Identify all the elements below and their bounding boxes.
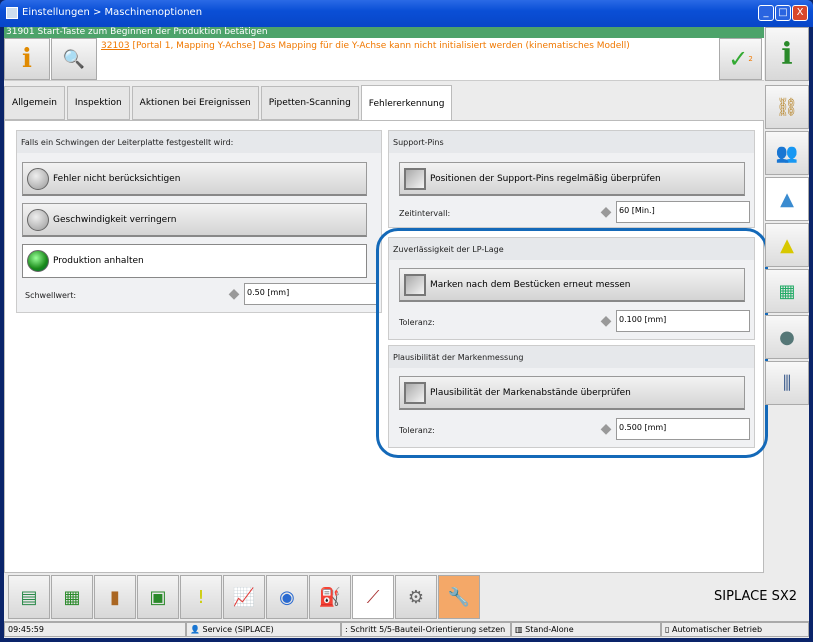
tab-bar: Allgemein Inspektion Aktionen bei Ereign… [4, 85, 453, 121]
machine-head-icon[interactable]: ⛓ [765, 85, 809, 129]
spinner-icon[interactable]: ◆ [223, 283, 245, 305]
operation-label: Automatischer Betrieb [671, 625, 763, 634]
grid-icon[interactable]: ▦ [51, 575, 93, 619]
tools-icon[interactable]: ⟋ [352, 575, 394, 619]
title-bar: Einstellungen > Maschinenoptionen [0, 0, 813, 27]
status-step: : Schritt 5/5-Bauteil-Orientierung setze… [341, 622, 511, 637]
threshold-label: Schwellwert: [25, 291, 77, 300]
warning-settings-icon[interactable]: ▲ [765, 177, 809, 221]
error-text: [Portal 1, Mapping Y-Achse] Das Mapping … [129, 41, 630, 51]
bottom-toolbar: ▤ ▦ ▮ ▣ ! 📈 ◉ ⛽ ⟋ ⚙ 🔧 [8, 575, 480, 619]
alerts-icon[interactable]: ! [180, 575, 222, 619]
software-icon[interactable]: ▲ [765, 223, 809, 267]
status-time: 09:45:59 [4, 622, 186, 637]
option-ignore-error[interactable]: Fehler nicht berücksichtigen [22, 162, 367, 196]
users-icon[interactable]: 👥 [765, 131, 809, 175]
line-chart-icon[interactable]: 📈 [223, 575, 265, 619]
threshold-input[interactable]: 0.50 [mm] [244, 283, 379, 305]
support-pins-checkbox[interactable]: Positionen der Support-Pins regelmäßig ü… [399, 162, 745, 196]
interval-input[interactable]: 60 [Min.] [616, 201, 750, 223]
status-message: 31901 Start-Taste zum Beginnen der Produ… [4, 27, 764, 38]
tab-pipetten-scanning[interactable]: Pipetten-Scanning [260, 86, 359, 120]
status-user: 👤 Service (SIPLACE) [186, 622, 341, 637]
status-operation: ▯ Automatischer Betrieb [661, 622, 809, 637]
error-message: 32103 [Portal 1, Mapping Y-Achse] Das Ma… [101, 41, 630, 51]
nozzle-icon[interactable]: ⫼ [765, 361, 809, 405]
checkbox-label: Positionen der Support-Pins regelmäßig ü… [430, 173, 661, 184]
message-area: i 🔍 32103 [Portal 1, Mapping Y-Achse] Da… [4, 38, 764, 81]
statistics-icon[interactable]: ▦ [765, 269, 809, 313]
tab-inspektion[interactable]: Inspektion [66, 86, 130, 120]
close-button[interactable]: X [792, 5, 808, 21]
spinner-icon[interactable]: ◆ [595, 201, 617, 223]
camera-icon[interactable]: ◉ [266, 575, 308, 619]
option-label: Fehler nicht berücksichtigen [53, 173, 181, 184]
minimize-button[interactable]: _ [758, 5, 774, 21]
tab-aktionen[interactable]: Aktionen bei Ereignissen [131, 86, 259, 120]
vibration-title: Falls ein Schwingen der Leiterplatte fes… [17, 131, 381, 153]
acknowledge-button[interactable]: ✓ 2 [719, 38, 762, 80]
option-label: Geschwindigkeit verringern [53, 214, 177, 225]
layout-icon[interactable]: ▣ [137, 575, 179, 619]
wrench-icon[interactable]: 🔧 [438, 575, 480, 619]
tab-fehlererkennung[interactable]: Fehlererkennung [360, 85, 453, 121]
interval-label: Zeitintervall: [399, 209, 451, 218]
app-icon [6, 7, 18, 19]
user-label: Service (SIPLACE) [202, 625, 274, 634]
window-title: Einstellungen > Maschinenoptionen [22, 7, 203, 18]
oil-can-icon[interactable]: ⛽ [309, 575, 351, 619]
support-pins-title: Support-Pins [389, 131, 754, 153]
radio-icon [27, 167, 49, 190]
radio-icon [27, 208, 49, 231]
vibration-group: Falls ein Schwingen der Leiterplatte fes… [16, 130, 382, 313]
help-info-button[interactable]: i [765, 27, 809, 81]
option-reduce-speed[interactable]: Geschwindigkeit verringern [22, 203, 367, 237]
support-pins-group: Support-Pins Positionen der Support-Pins… [388, 130, 755, 228]
globe-icon[interactable]: ● [765, 315, 809, 359]
error-code-link[interactable]: 32103 [101, 41, 130, 51]
option-stop-production[interactable]: Produktion anhalten [22, 244, 367, 278]
ack-count: 2 [748, 55, 753, 63]
mode-label: Stand-Alone [525, 625, 574, 634]
status-mode: ▥ Stand-Alone [511, 622, 661, 637]
option-label: Produktion anhalten [53, 256, 144, 266]
hand-gear-icon[interactable]: ⚙ [395, 575, 437, 619]
bar-chart-icon[interactable]: ▮ [94, 575, 136, 619]
main-frame: 31901 Start-Taste zum Beginnen der Produ… [4, 27, 809, 638]
search-icon-button[interactable]: 🔍 [51, 38, 97, 80]
boards-icon[interactable]: ▤ [8, 575, 50, 619]
brand-label: SIPLACE SX2 [714, 589, 797, 604]
info-icon-button[interactable]: i [4, 38, 50, 80]
tab-allgemein[interactable]: Allgemein [4, 86, 65, 120]
highlight-outline [376, 228, 768, 458]
checkbox-icon [404, 167, 426, 190]
maximize-button[interactable]: □ [775, 5, 791, 21]
status-bar: 09:45:59 👤 Service (SIPLACE) : Schritt 5… [4, 621, 809, 637]
radio-selected-icon [27, 250, 49, 272]
